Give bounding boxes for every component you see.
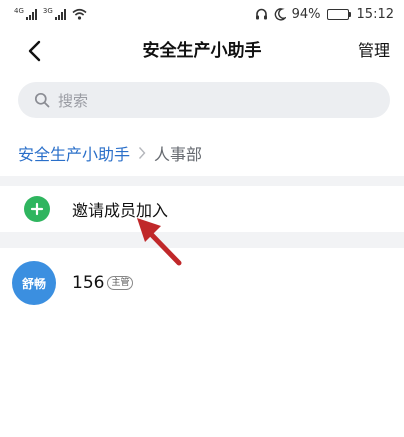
- annotation-arrow-icon: [137, 218, 182, 266]
- moon-icon: [274, 7, 286, 21]
- wifi-icon: [72, 8, 87, 20]
- signal-4g-icon: 4G: [14, 8, 37, 20]
- search-icon: [34, 92, 50, 108]
- clock-time: 15:12: [356, 6, 394, 22]
- section-divider: [0, 232, 404, 248]
- status-bar: 4G 3G 94% 15:12: [0, 0, 404, 28]
- headset-icon: [255, 8, 268, 21]
- search-input[interactable]: 搜索: [18, 82, 390, 118]
- avatar: 舒畅: [12, 261, 56, 305]
- role-badge: 主管: [107, 276, 134, 290]
- search-placeholder: 搜索: [58, 91, 89, 110]
- battery-icon: [326, 8, 351, 20]
- status-left: 4G 3G: [14, 8, 87, 20]
- member-list-item[interactable]: 舒畅 156 主管: [0, 258, 404, 308]
- battery-percent: 94%: [291, 6, 321, 22]
- invite-member-row[interactable]: 邀请成员加入: [0, 186, 404, 232]
- nav-bar: 安全生产小助手 管理: [0, 28, 404, 74]
- chevron-right-icon: [138, 146, 146, 160]
- status-right: 94% 15:12: [255, 7, 394, 22]
- chevron-left-icon: [28, 40, 41, 62]
- breadcrumb-current: 人事部: [154, 145, 203, 164]
- breadcrumb-root[interactable]: 安全生产小助手: [18, 141, 130, 165]
- back-button[interactable]: [20, 37, 48, 65]
- signal-3g-icon: 3G: [43, 8, 66, 20]
- add-icon: [24, 196, 50, 222]
- breadcrumb: 安全生产小助手 人事部: [18, 138, 202, 168]
- manage-button[interactable]: 管理: [358, 28, 390, 74]
- section-divider: [0, 176, 404, 186]
- signal-3g-tag: 3G: [42, 7, 53, 15]
- member-name: 156: [72, 273, 105, 293]
- page-title: 安全生产小助手: [142, 41, 262, 61]
- signal-4g-tag: 4G: [14, 7, 24, 15]
